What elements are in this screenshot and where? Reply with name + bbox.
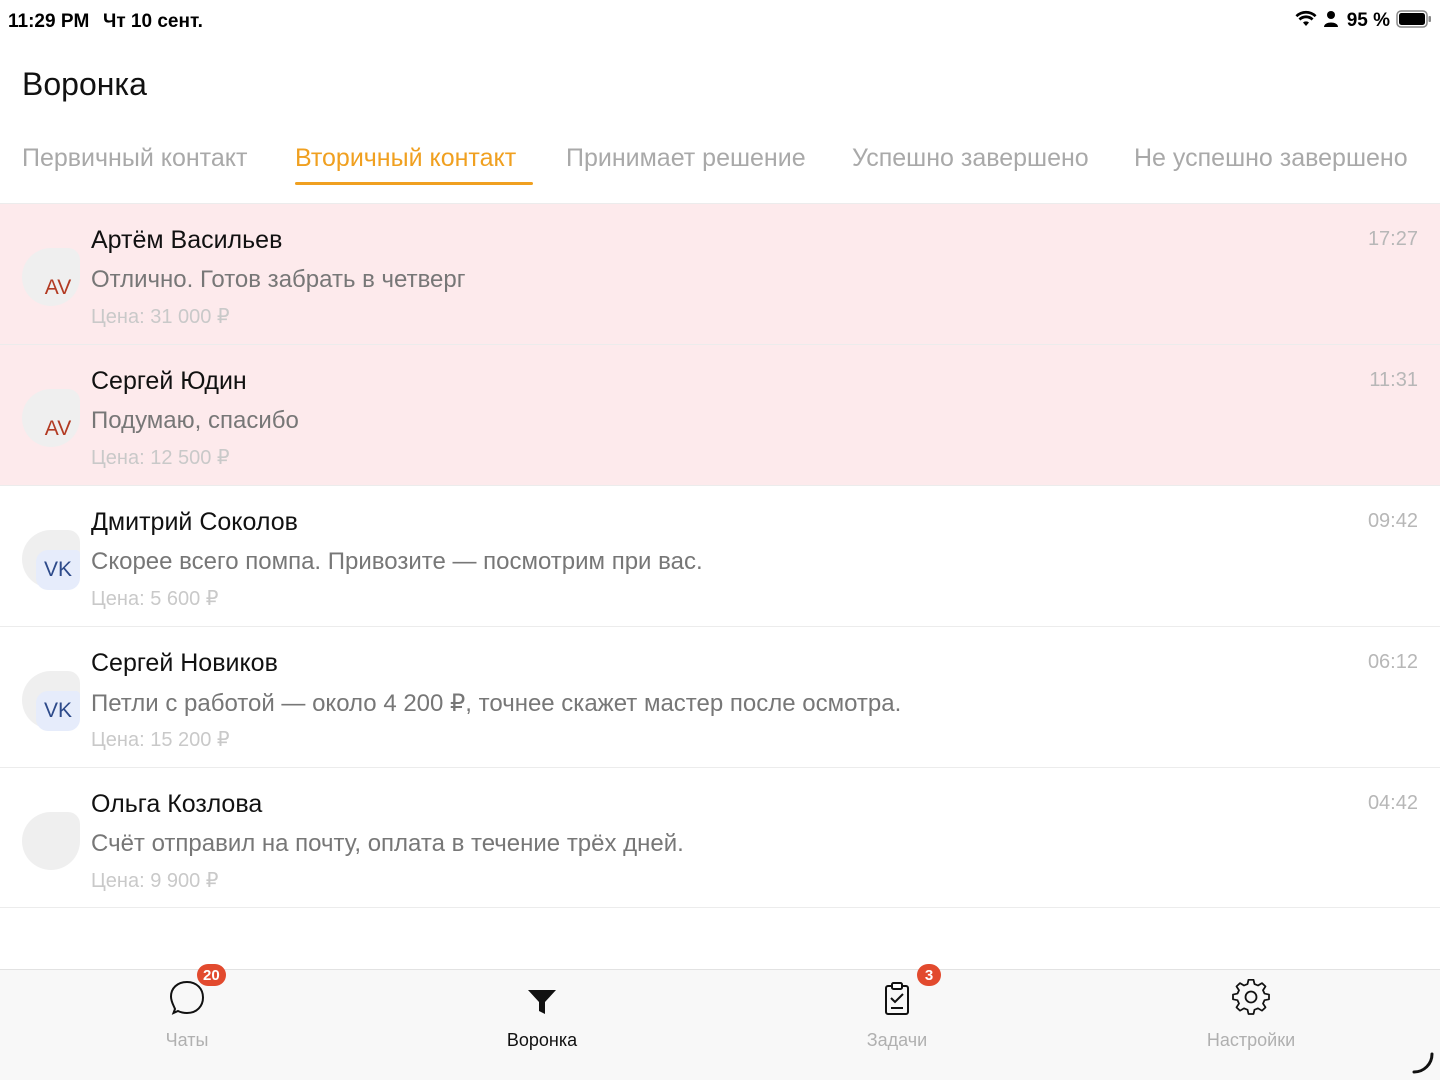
tabbar-label: Воронка (506, 1030, 578, 1050)
lead-price: Цена: 31 000 ₽ (91, 306, 230, 328)
tabbar-tasks[interactable]: 3 Задачи (797, 964, 997, 1070)
lead-name: Дмитрий Соколов (91, 508, 298, 536)
lead-time: 17:27 (1367, 228, 1418, 250)
lead-name: Сергей Юдин (91, 367, 247, 395)
lead-time: 11:31 (1369, 369, 1418, 391)
lead-time: 04:42 (1367, 792, 1418, 814)
source-badge: VK (36, 550, 80, 590)
swipe-indicator-icon (1410, 1050, 1436, 1076)
tab-failed[interactable]: Не успешно завершено (1134, 144, 1408, 173)
page-title: Воронка (22, 66, 147, 102)
source-badge: AV (44, 276, 72, 299)
avatar (22, 812, 80, 870)
battery-percent: 95 % (1346, 10, 1390, 31)
tabbar-funnel[interactable]: Воронка (442, 970, 642, 1070)
lead-price: Цена: 9 900 ₽ (91, 870, 219, 892)
funnel-stage-tabs: Первичный контакт Вторичный контакт Прин… (0, 128, 1440, 192)
status-bar: 11:29 PM Чт 10 сент. 95 % (0, 0, 1440, 44)
lead-last-message: Подумаю, спасибо (91, 407, 299, 434)
lead-price: Цена: 5 600 ₽ (91, 588, 219, 610)
lead-name: Ольга Козлова (91, 790, 263, 818)
tab-secondary-contact[interactable]: Вторичный контакт (295, 144, 516, 173)
list-item[interactable]: VK Сергей Новиков Петли с работой — окол… (0, 626, 1440, 767)
wifi-icon (1295, 10, 1317, 33)
tabbar-label: Чаты (165, 1030, 209, 1050)
source-badge: AV (44, 417, 72, 440)
list-item[interactable]: AV Артём Васильев Отлично. Готов забрать… (0, 203, 1440, 344)
lead-price: Цена: 12 500 ₽ (91, 447, 230, 469)
tab-primary-contact[interactable]: Первичный контакт (22, 144, 247, 173)
status-time: 11:29 PM (8, 11, 90, 32)
status-date: Чт 10 сент. (103, 11, 203, 32)
lead-name: Артём Васильев (91, 226, 283, 254)
tabbar-label: Настройки (1206, 1030, 1296, 1050)
lead-price: Цена: 15 200 ₽ (91, 729, 230, 751)
status-indicators: 95 % (1295, 9, 1432, 33)
lead-last-message: Скорее всего помпа. Привозите — посмотри… (91, 548, 703, 575)
list-item[interactable]: Ольга Козлова Счёт отправил на почту, оп… (0, 767, 1440, 908)
lead-list: AV Артём Васильев Отлично. Готов забрать… (0, 203, 1440, 908)
lead-last-message: Петли с работой — около 4 200 ₽, точнее … (91, 690, 902, 717)
tabbar-settings[interactable]: Настройки (1151, 970, 1351, 1070)
tasks-badge: 3 (917, 964, 941, 986)
list-item[interactable]: AV Сергей Юдин Подумаю, спасибо Цена: 12… (0, 344, 1440, 485)
avatar: AV (22, 389, 80, 447)
battery-icon (1396, 9, 1432, 33)
clipboard-check-icon (877, 978, 917, 1018)
avatar: AV (22, 248, 80, 306)
active-tab-indicator (295, 182, 533, 185)
lead-last-message: Отлично. Готов забрать в четверг (91, 266, 466, 293)
tab-making-decision[interactable]: Принимает решение (566, 144, 806, 173)
source-badge: VK (36, 691, 80, 731)
tabbar-label: Задачи (866, 1030, 928, 1050)
gear-icon (1231, 978, 1271, 1018)
lead-last-message: Счёт отправил на почту, оплата в течение… (91, 830, 684, 857)
lead-time: 09:42 (1367, 510, 1418, 532)
bottom-tab-bar: 20 Чаты Воронка 3 Задачи Настройки (0, 964, 1440, 1080)
list-item[interactable]: VK Дмитрий Соколов Скорее всего помпа. П… (0, 485, 1440, 626)
person-icon (1323, 10, 1339, 33)
avatar: VK (22, 671, 80, 731)
lead-name: Сергей Новиков (91, 649, 278, 677)
tab-success[interactable]: Успешно завершено (852, 144, 1089, 173)
funnel-icon (522, 978, 562, 1018)
chats-unread-badge: 20 (197, 964, 226, 986)
lead-time: 06:12 (1367, 651, 1418, 673)
tabbar-chats[interactable]: 20 Чаты (87, 964, 287, 1070)
avatar: VK (22, 530, 80, 590)
